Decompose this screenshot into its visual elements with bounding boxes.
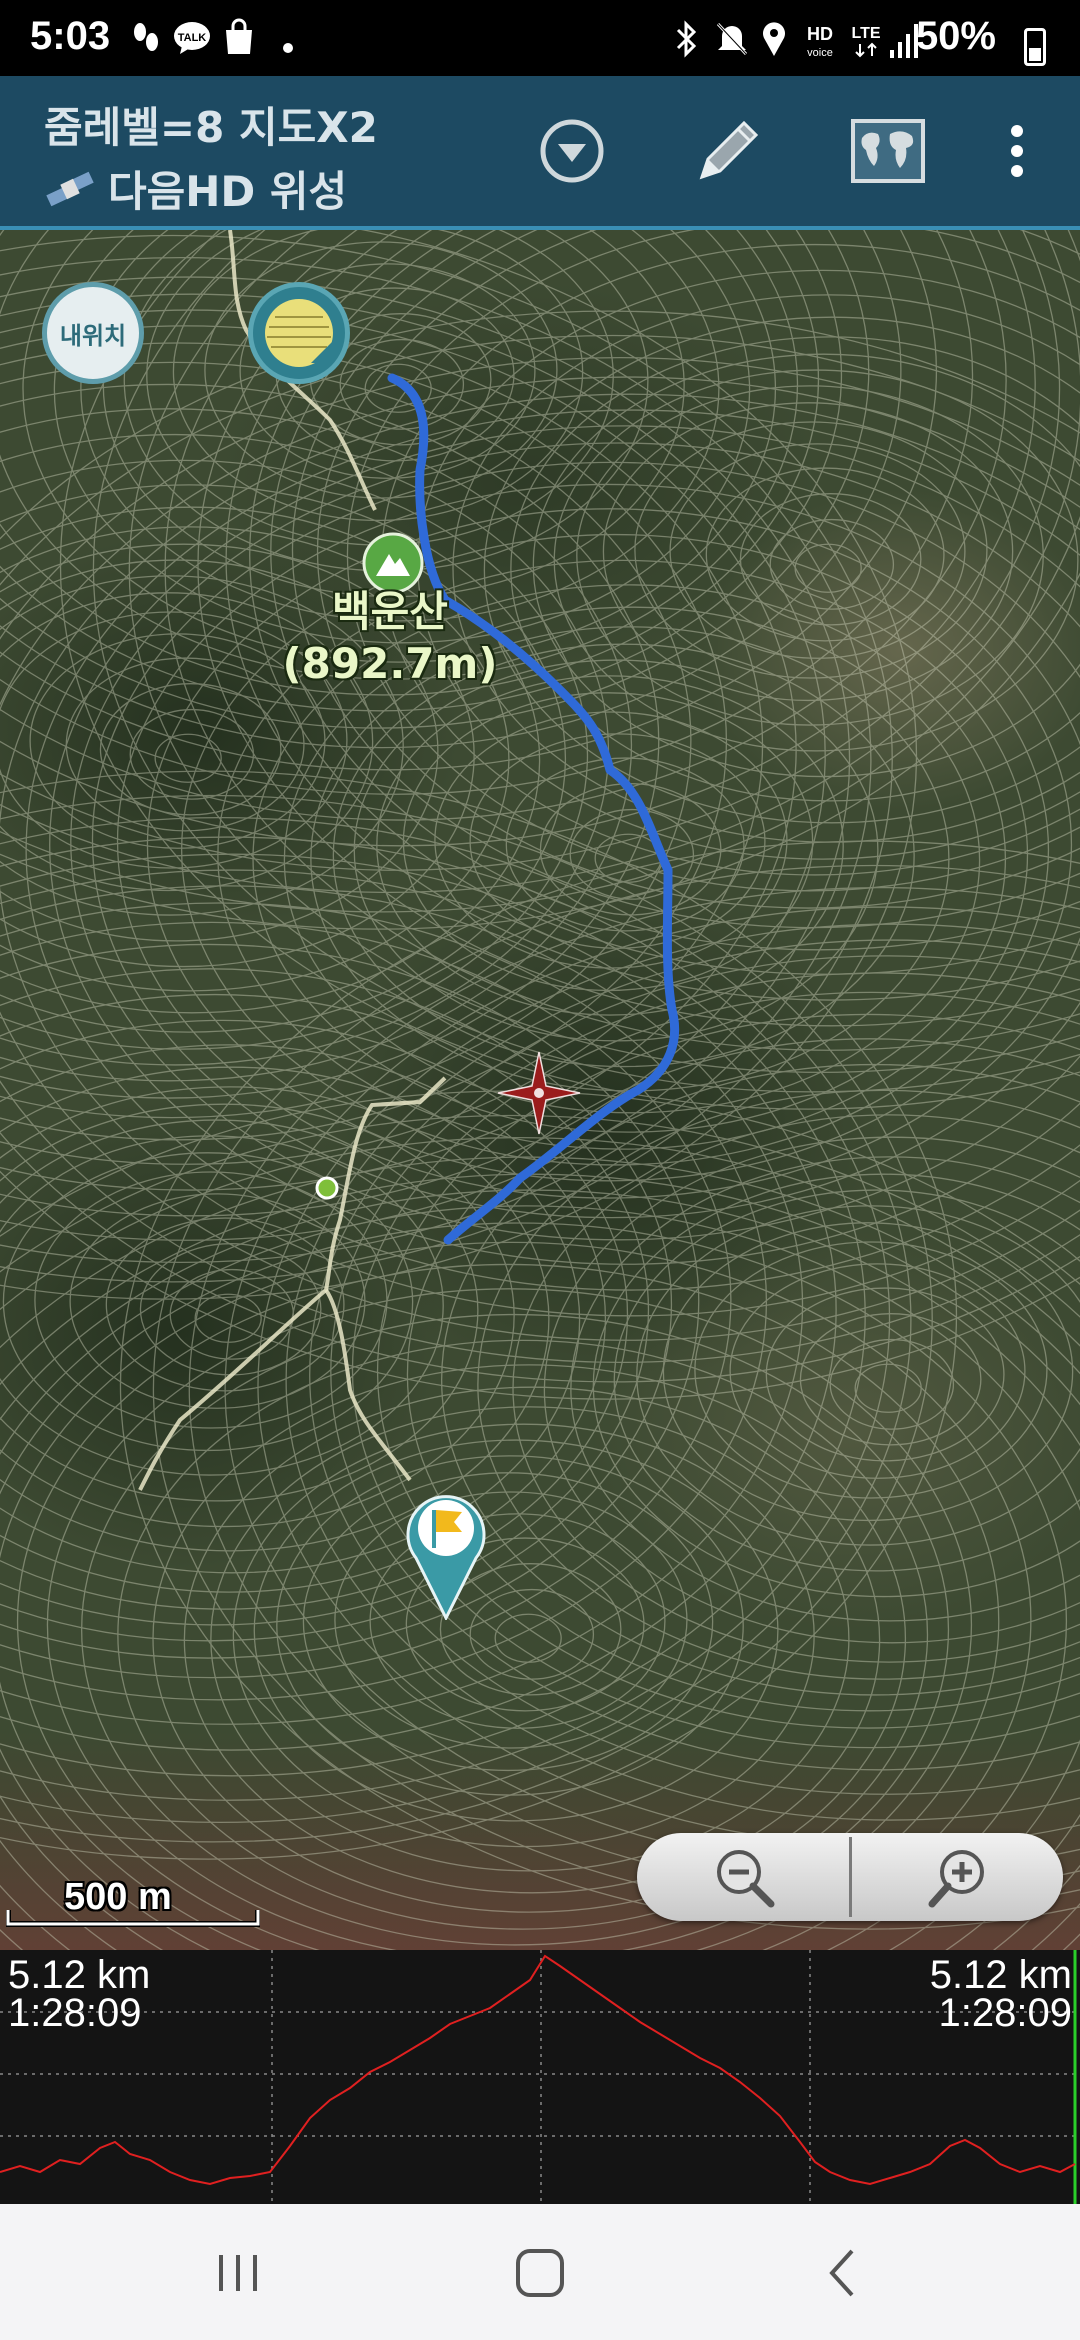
back-button[interactable] [782,2228,902,2318]
shopping-bag-icon [226,18,252,54]
scale-bar [6,1910,260,1927]
satellite-icon [46,171,94,206]
home-button[interactable] [480,2228,600,2318]
status-time: 5:03 [30,14,111,58]
battery-percent: 50% [915,14,996,58]
back-icon [829,2249,854,2297]
profile-left-time: 1:28:09 [8,1991,142,2035]
recents-icon [219,2255,257,2291]
dot-icon [283,43,293,53]
memo-note-icon [265,299,333,367]
battery-icon [1024,28,1046,66]
elevation-chart [0,1950,1080,2204]
profile-right-stats: 5.12 km 1:28:09 [929,1953,1072,2035]
layer-button[interactable] [248,282,350,384]
zoom-controls [637,1833,1063,1921]
my-location-label: 내위치 [59,321,127,350]
location-icon [763,22,785,56]
zoom-out-icon [716,1850,774,1908]
profile-left-distance: 5.12 km [8,1953,151,1997]
zoom-level-text: 줌레벨=8 지도X2 [44,103,378,152]
recents-button[interactable] [178,2228,298,2318]
mute-icon [716,22,748,56]
footprints-icon [134,23,158,51]
more-options-button[interactable] [972,106,1062,196]
hd-voice-icon: HD voice [807,24,833,59]
system-nav-bar [0,2204,1080,2340]
profile-left-stats: 5.12 km 1:28:09 [8,1953,151,2035]
crosshair-icon [497,1051,581,1135]
lte-icon: LTE [851,25,881,58]
elevation-profile[interactable]: 5.12 km 1:28:09 5.12 km 1:28:09 [0,1950,1080,2204]
pencil-icon [699,120,759,180]
bluetooth-icon [676,20,697,58]
more-vert-icon [1011,125,1023,177]
status-bar: 5:03 TALK HD voice LTE 50% [0,0,1080,76]
svg-text:voice: voice [807,47,833,59]
zoom-out-button[interactable] [637,1833,850,1921]
zoom-in-button[interactable] [850,1833,1063,1921]
mountain-peak-icon[interactable] [362,532,424,594]
my-location-button[interactable]: 내위치 [42,282,144,384]
map-source-text: 다음HD 위성 [108,167,348,216]
zoom-in-icon [928,1850,984,1908]
map-type-button[interactable] [843,106,933,196]
profile-right-distance: 5.12 km [929,1953,1072,1997]
map-view[interactable]: 내위치 백운산 (892.7m) 500 m [0,230,1080,1950]
app-title-bar: 줌레벨=8 지도X2 다음HD 위성 [0,76,1080,230]
edit-button[interactable] [683,106,773,196]
home-icon [516,2249,564,2297]
dropdown-button[interactable] [527,106,617,196]
peak-elevation: (892.7m) [282,639,498,688]
start-flag-marker-icon[interactable] [404,1486,488,1620]
svg-text:TALK: TALK [178,32,207,44]
svg-text:LTE: LTE [851,25,880,42]
kakaotalk-icon: TALK [174,22,210,54]
world-map-icon [851,119,925,183]
svg-text:HD: HD [807,24,833,44]
peak-name: 백운산 [332,587,448,636]
peak-label: 백운산 (892.7m) [270,586,510,690]
profile-right-time: 1:28:09 [938,1991,1072,2035]
map-source-label[interactable]: 다음HD 위성 [44,158,347,219]
dropdown-icon [540,119,604,183]
